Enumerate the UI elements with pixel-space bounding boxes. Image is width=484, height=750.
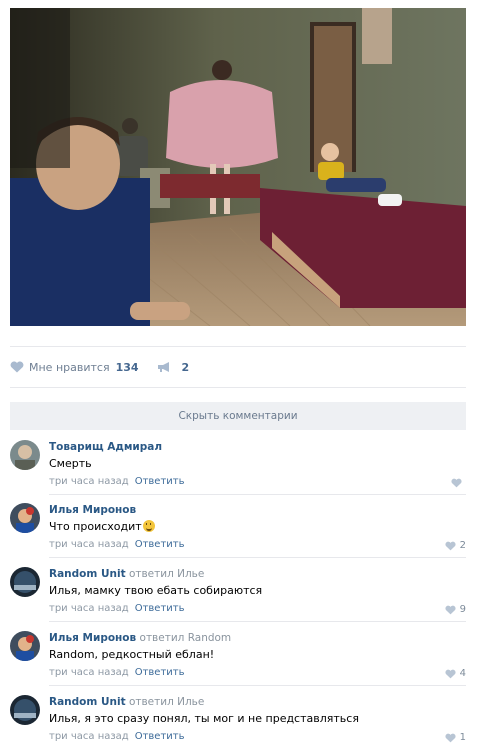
post-photo[interactable]: [10, 8, 466, 326]
comment-author[interactable]: Random Unit: [49, 696, 126, 708]
comment-text: Илья, я это сразу понял, ты мог и не пре…: [49, 712, 359, 725]
comment-like-button[interactable]: 4: [445, 668, 466, 679]
divider: [49, 557, 466, 558]
comment: Илья Миронов ответил Random Random, редк…: [10, 631, 466, 679]
heart-icon: [445, 605, 456, 614]
divider: [49, 621, 466, 622]
heart-icon: [445, 669, 456, 678]
avatar[interactable]: [10, 567, 40, 597]
comment-author[interactable]: Random Unit: [49, 568, 126, 580]
reply-link[interactable]: Ответить: [135, 539, 185, 550]
comment-time[interactable]: три часа назад: [49, 603, 129, 614]
comment-like-count: 9: [459, 604, 466, 615]
comment-time[interactable]: три часа назад: [49, 539, 129, 550]
comment: Random Unit ответил Илье Илья, я это сра…: [10, 695, 466, 743]
share-count: 2: [181, 360, 190, 374]
comment: Илья Миронов Что происходит три часа наз…: [10, 503, 466, 551]
comment-like-button[interactable]: 2: [445, 540, 466, 551]
post-actions: Мне нравится 134 2: [10, 346, 466, 388]
share-button[interactable]: 2: [157, 360, 190, 374]
comment-time[interactable]: три часа назад: [49, 731, 129, 742]
avatar[interactable]: [10, 695, 40, 725]
reply-to-label[interactable]: ответил Random: [140, 632, 232, 644]
comment-like-button[interactable]: [451, 478, 466, 488]
reply-link[interactable]: Ответить: [135, 476, 185, 487]
comment-like-count: 1: [459, 732, 466, 743]
comment-time[interactable]: три часа назад: [49, 476, 129, 487]
heart-icon: [10, 361, 24, 373]
reply-link[interactable]: Ответить: [135, 731, 185, 742]
comment-author[interactable]: Товарищ Адмирал: [49, 441, 162, 453]
comment-text: Random, редкостный еблан!: [49, 648, 215, 661]
avatar[interactable]: [10, 631, 40, 661]
comment: Random Unit ответил Илье Илья, мамку тво…: [10, 567, 466, 615]
megaphone-icon: [157, 362, 169, 372]
comment-text: Что происходит: [49, 519, 466, 534]
heart-icon: [451, 478, 462, 488]
comment-like-button[interactable]: 1: [445, 732, 466, 743]
comment-like-count: 2: [459, 540, 466, 551]
comment-text: Илья, мамку твою ебать собираются: [49, 584, 263, 597]
grinning-sweat-emoji-icon: [142, 520, 155, 532]
comment-like-button[interactable]: 9: [445, 604, 466, 615]
comment: Товарищ Адмирал Смерть три часа назад Отв…: [10, 440, 466, 488]
comment-like-count: 4: [459, 668, 466, 679]
like-count: 134: [115, 360, 139, 374]
reply-link[interactable]: Ответить: [135, 667, 185, 678]
reply-to-label[interactable]: ответил Илье: [129, 696, 204, 708]
heart-icon: [445, 541, 456, 550]
reply-to-label[interactable]: ответил Илье: [129, 568, 204, 580]
like-button[interactable]: Мне нравится 134: [10, 361, 139, 374]
heart-icon: [445, 733, 456, 742]
divider: [49, 494, 466, 495]
avatar[interactable]: [10, 440, 40, 470]
like-label: Мне нравится: [29, 360, 110, 374]
divider: [49, 685, 466, 686]
comment-time[interactable]: три часа назад: [49, 667, 129, 678]
hide-comments-button[interactable]: Скрыть комментарии: [10, 402, 466, 430]
comment-text: Смерть: [49, 457, 92, 470]
avatar[interactable]: [10, 503, 40, 533]
reply-link[interactable]: Ответить: [135, 603, 185, 614]
comment-author[interactable]: Илья Миронов: [49, 632, 136, 644]
comment-author[interactable]: Илья Миронов: [49, 504, 136, 516]
